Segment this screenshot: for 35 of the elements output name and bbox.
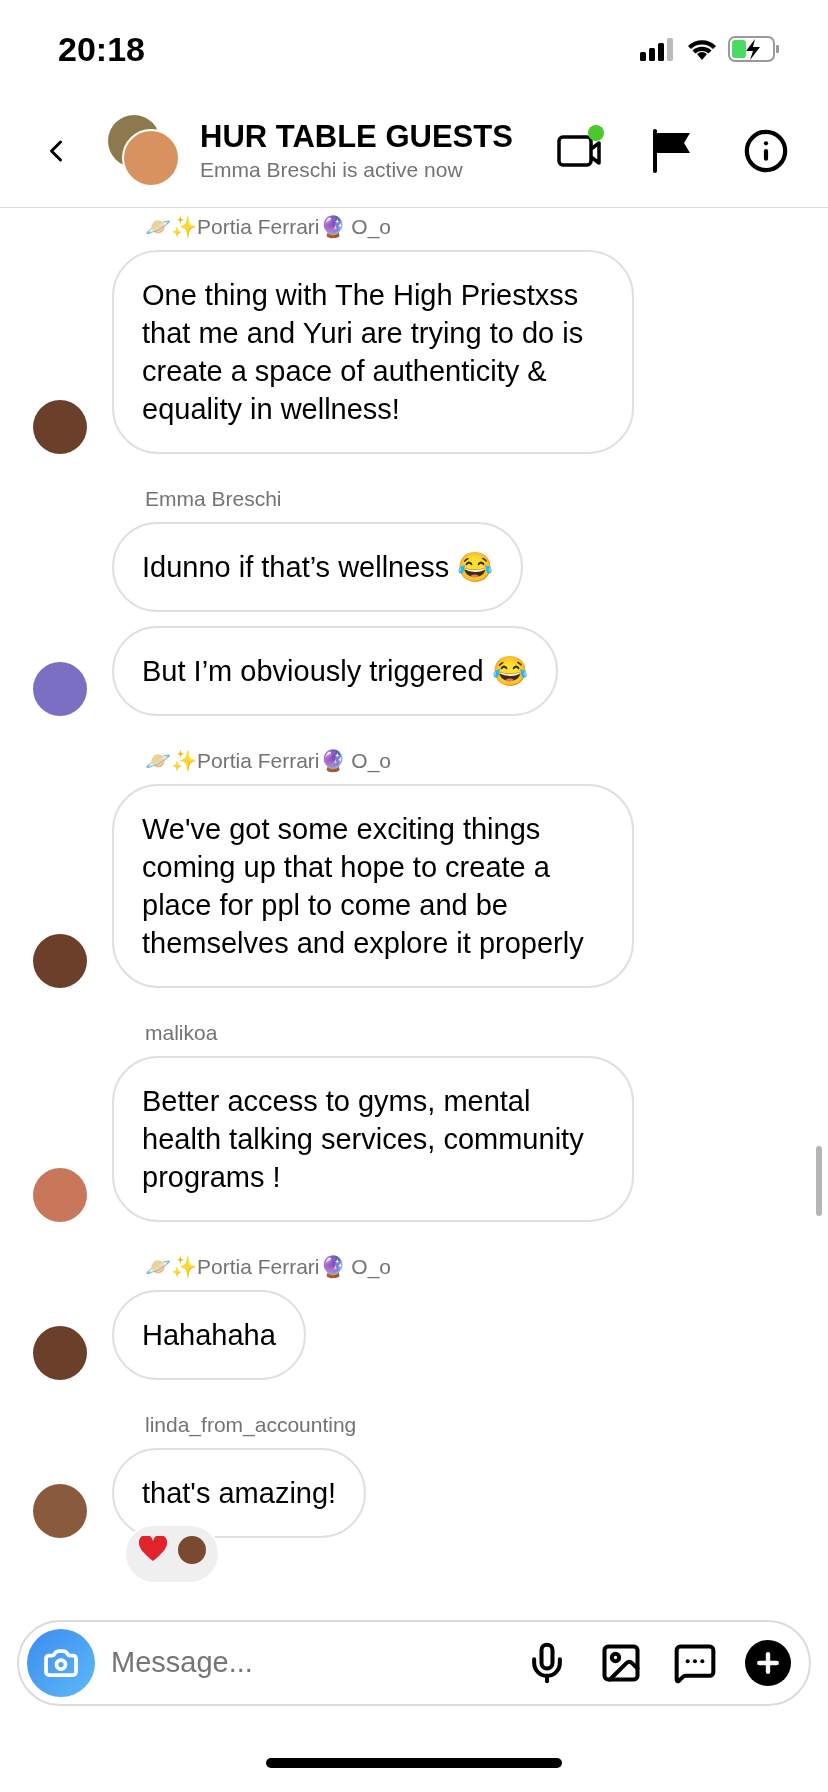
info-icon	[743, 127, 789, 174]
sender-name: 🪐✨Portia Ferrari🔮 O_o	[144, 1254, 393, 1281]
message-field[interactable]: Message...	[111, 1641, 523, 1685]
avatar[interactable]	[33, 662, 87, 716]
avatar[interactable]	[33, 1326, 87, 1380]
group-avatar[interactable]	[108, 114, 180, 187]
add-button[interactable]	[745, 1640, 791, 1686]
chat-title[interactable]: HUR TABLE GUESTS	[200, 117, 546, 156]
reactor-avatar	[178, 1536, 206, 1564]
sender-name: 🪐✨Portia Ferrari🔮 O_o	[144, 748, 393, 775]
chat-bubble-icon	[673, 1641, 717, 1685]
sender-name: Emma Breschi	[144, 486, 283, 512]
image-icon	[599, 1641, 643, 1685]
message-bubble[interactable]: We've got some exciting things coming up that hope to create a place for ppl to come and be themselves and explore it properly	[112, 784, 634, 988]
avatar[interactable]	[33, 934, 87, 988]
battery-icon	[728, 36, 780, 62]
message-bubble[interactable]: One thing with The High Priestxss that me and Yuri are trying to do is create a space of authenticity & equality in wellness!	[112, 250, 634, 454]
signal-icon	[640, 37, 676, 61]
heart-icon	[138, 1536, 168, 1562]
flag-icon	[652, 128, 692, 173]
sender-name: malikoa	[144, 1020, 219, 1046]
message-bubble[interactable]: But I’m obviously triggered 😂	[112, 626, 558, 716]
status-time: 20:18	[58, 28, 145, 70]
wifi-icon	[686, 37, 718, 61]
sender-name: 🪐✨Portia Ferrari🔮 O_o	[144, 214, 393, 241]
sender-name: linda_from_accounting	[144, 1412, 358, 1439]
active-status: Emma Breschi is active now	[200, 156, 464, 183]
message-bubble[interactable]: Better access to gyms, mental health talking services, community programs !	[112, 1056, 634, 1222]
avatar[interactable]	[33, 400, 87, 454]
message-bar[interactable]: Message...	[17, 1620, 811, 1706]
message-bubble[interactable]: Hahahaha	[112, 1290, 306, 1380]
scroll-bar	[816, 1146, 822, 1216]
message-bubble[interactable]: Idunno if that’s wellness 😂	[112, 522, 524, 612]
avatar[interactable]	[33, 1484, 87, 1538]
camera-button[interactable]	[27, 1629, 95, 1697]
